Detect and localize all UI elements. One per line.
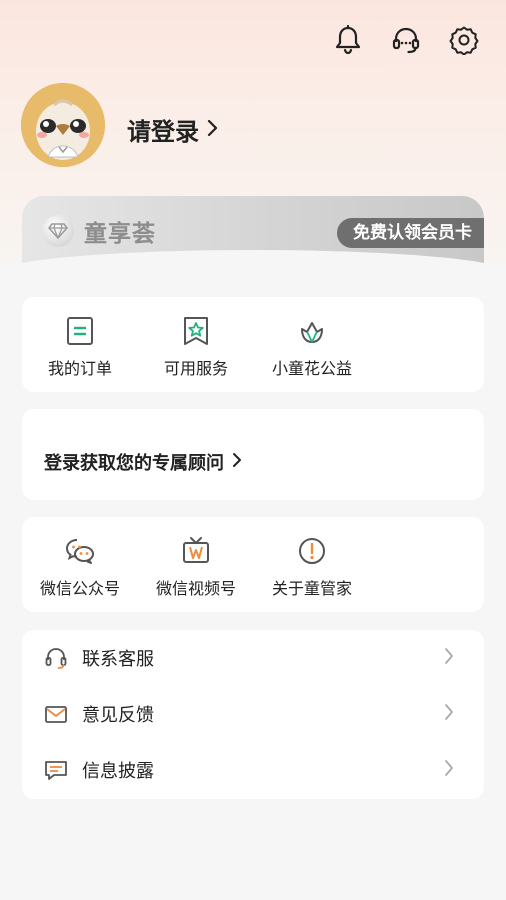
about-label: 关于童管家 xyxy=(271,579,352,598)
video-channel-icon xyxy=(180,535,212,567)
chevron-right-icon xyxy=(232,452,242,473)
mail-icon xyxy=(44,702,68,726)
wechat-channels-button[interactable]: 微信视频号 xyxy=(138,535,254,599)
service-star-icon xyxy=(180,315,212,347)
flower-icon xyxy=(296,315,328,347)
chevron-right-icon xyxy=(207,116,219,144)
login-text: 请登录 xyxy=(127,118,199,146)
advisor-text: 登录获取您的专属顾问 xyxy=(44,453,224,474)
settings-icon[interactable] xyxy=(446,22,482,58)
wechat-official-button[interactable]: 微信公众号 xyxy=(22,535,138,599)
available-services-button[interactable]: 可用服务 xyxy=(138,315,254,379)
contact-support-row[interactable]: 联系客服 xyxy=(22,630,484,686)
chevron-right-icon xyxy=(444,703,454,725)
wechat-channels-label: 微信视频号 xyxy=(155,579,236,598)
charity-button[interactable]: 小童花公益 xyxy=(254,315,370,379)
avatar[interactable] xyxy=(21,83,105,167)
available-services-label: 可用服务 xyxy=(163,359,228,378)
my-orders-button[interactable]: 我的订单 xyxy=(22,315,138,379)
contact-support-label: 联系客服 xyxy=(82,649,154,670)
about-button[interactable]: 关于童管家 xyxy=(254,535,370,599)
diamond-icon xyxy=(42,215,74,247)
quick-actions-card: 我的订单 可用服务 小童花公益 xyxy=(22,297,484,392)
feedback-label: 意见反馈 xyxy=(82,705,154,726)
headset-icon xyxy=(44,646,68,670)
chevron-right-icon xyxy=(444,647,454,669)
menu-list-card: 联系客服 意见反馈 信息披露 xyxy=(22,630,484,799)
bell-icon[interactable] xyxy=(330,22,366,58)
claim-membership-button[interactable]: 免费认领会员卡 xyxy=(337,218,484,248)
social-card: 微信公众号 微信视频号 关于童管家 xyxy=(22,517,484,612)
charity-label: 小童花公益 xyxy=(271,359,352,378)
info-icon xyxy=(296,535,328,567)
order-icon xyxy=(64,315,96,347)
top-icon-bar xyxy=(330,22,482,58)
chevron-right-icon xyxy=(444,759,454,781)
my-orders-label: 我的订单 xyxy=(47,359,112,378)
disclosure-label: 信息披露 xyxy=(82,761,154,782)
profile-header: 请登录 童享荟 免费认领会员卡 xyxy=(0,0,506,276)
vip-brand-name: 童享荟 xyxy=(84,221,156,247)
headset-icon[interactable] xyxy=(388,22,424,58)
advisor-card[interactable]: 登录获取您的专属顾问 xyxy=(22,409,484,500)
wechat-official-label: 微信公众号 xyxy=(39,579,120,598)
login-link[interactable]: 请登录 xyxy=(127,112,219,147)
vip-brand: 童享荟 xyxy=(42,214,156,248)
feedback-row[interactable]: 意见反馈 xyxy=(22,686,484,742)
wechat-icon xyxy=(64,535,96,567)
message-icon xyxy=(44,758,68,782)
disclosure-row[interactable]: 信息披露 xyxy=(22,742,484,798)
